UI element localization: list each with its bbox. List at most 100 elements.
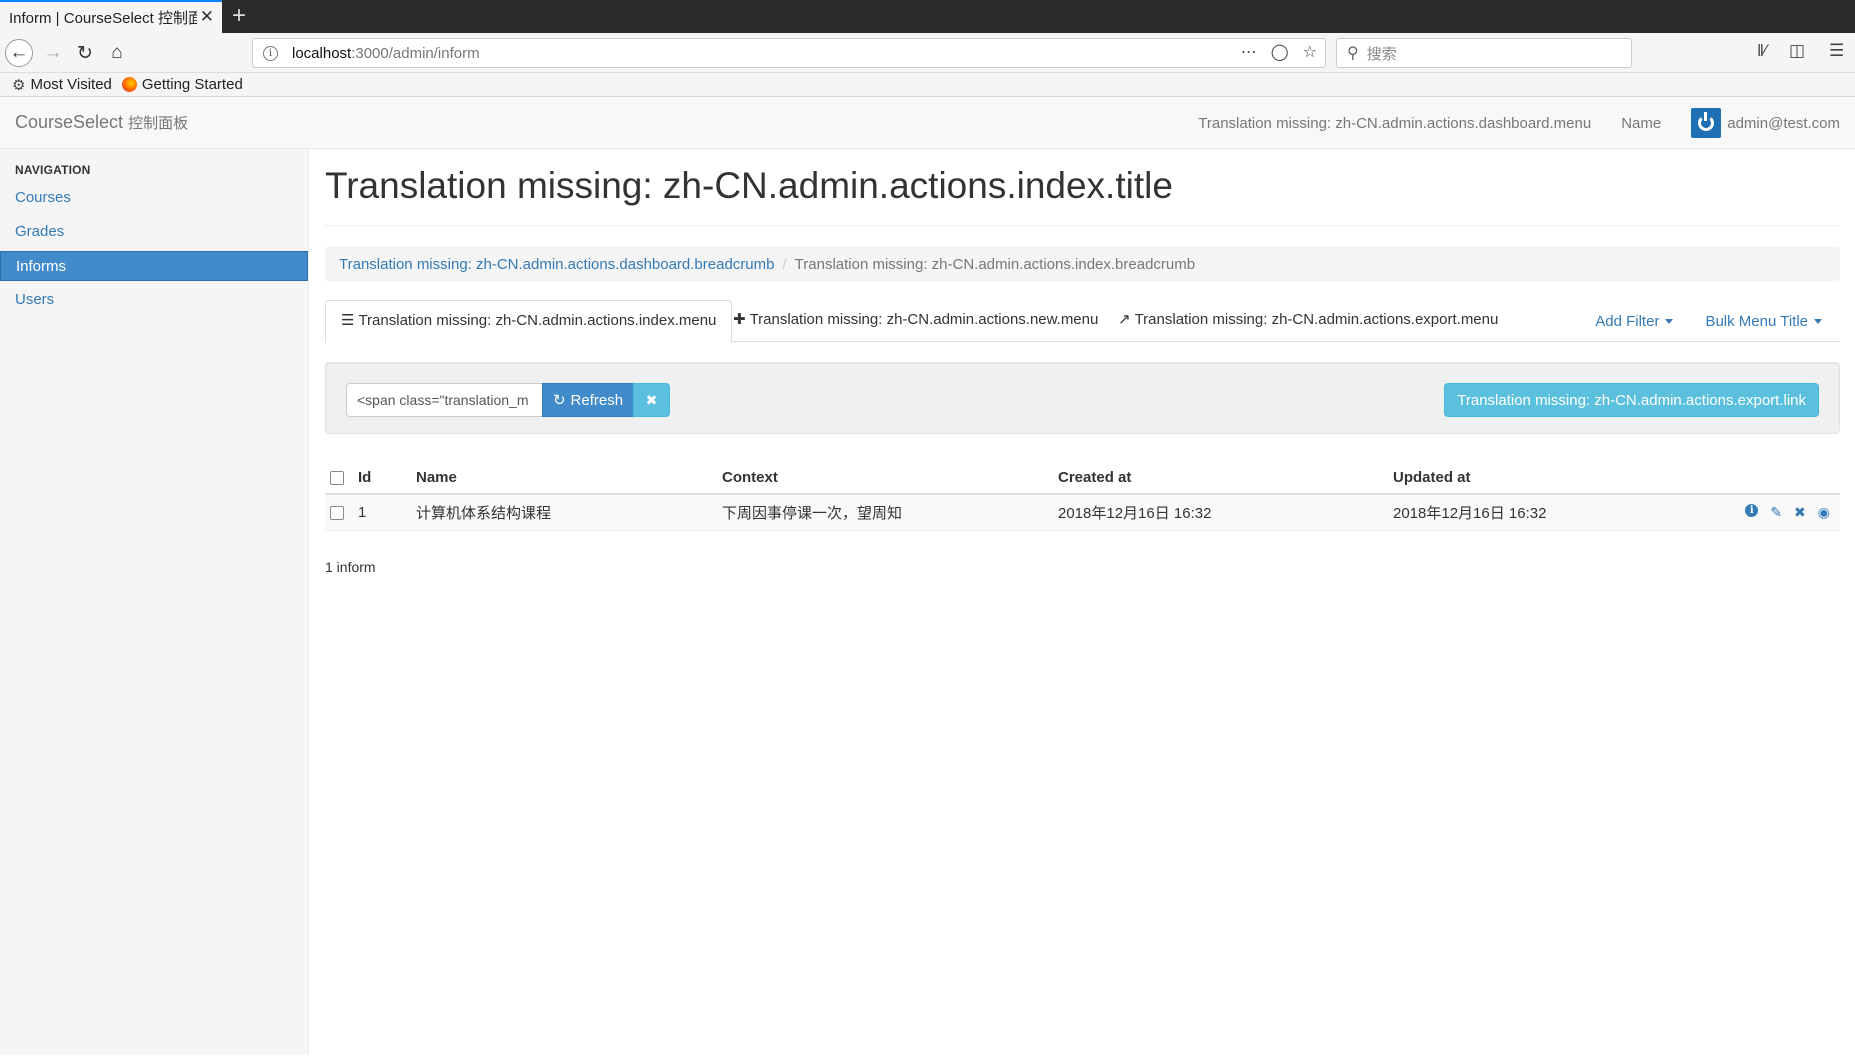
sidebar-header: NAVIGATION <box>15 163 91 177</box>
eye-icon[interactable]: ◉ <box>1818 504 1830 521</box>
back-arrow-icon[interactable]: ← <box>5 39 33 67</box>
refresh-button[interactable]: ↻ Refresh <box>542 383 634 417</box>
query-input[interactable]: <span class="translation_m <box>346 383 543 417</box>
close-icon: ✖ <box>645 391 658 408</box>
app-nav: Translation missing: zh-CN.admin.actions… <box>1168 97 1840 149</box>
breadcrumb: Translation missing: zh-CN.admin.actions… <box>325 246 1840 282</box>
brand-name: CourseSelect <box>15 112 124 132</box>
url-path: :3000/admin/inform <box>351 44 480 62</box>
row-checkbox[interactable] <box>330 505 344 520</box>
search-placeholder: 搜索 <box>1366 45 1397 63</box>
browser-toolbar: ← → ↻ ⌂ i localhost:3000/admin/inform ⋯ … <box>0 33 1855 73</box>
breadcrumb-dashboard-link[interactable]: Translation missing: zh-CN.admin.actions… <box>339 256 774 273</box>
tab-label: Translation missing: zh-CN.admin.actions… <box>1134 311 1499 328</box>
table-header-row: Id Name Context Created at Updated at <box>325 460 1840 495</box>
sidebar-toggle-icon[interactable]: ◫ <box>1789 41 1805 61</box>
sidebar-item-informs[interactable]: Informs <box>0 251 308 281</box>
tab-index[interactable]: ☰ Translation missing: zh-CN.admin.action… <box>325 300 733 343</box>
tab-new[interactable]: ✚ Translation missing: zh-CN.admin.action… <box>718 300 1113 342</box>
library-icon[interactable]: ‖∕ <box>1757 41 1767 61</box>
tab-label: Translation missing: zh-CN.admin.actions… <box>749 311 1099 328</box>
bookmark-label: Most Visited <box>30 76 112 93</box>
page-actions-icon[interactable]: ⋯ <box>1241 42 1257 62</box>
breadcrumb-separator: / <box>782 255 787 273</box>
search-well: <span class="translation_m ↻ Refresh ✖ T… <box>325 362 1840 434</box>
cell-actions: i ✎ ✖ ◉ <box>1693 494 1840 531</box>
bookmark-star-icon[interactable]: ☆ <box>1303 42 1317 62</box>
clear-filter-button[interactable]: ✖ <box>633 383 670 417</box>
home-icon[interactable]: ⌂ <box>103 39 131 67</box>
add-filter-dropdown[interactable]: Add Filter <box>1595 312 1674 330</box>
url-bar[interactable]: i localhost:3000/admin/inform ⋯ ◯ ☆ <box>252 38 1326 68</box>
delete-icon[interactable]: ✖ <box>1794 504 1806 521</box>
column-header-actions <box>1693 460 1840 495</box>
url-host: localhost <box>292 44 352 62</box>
bookmarks-bar: ⚙ Most Visited Getting Started <box>0 73 1855 97</box>
user-menu[interactable]: admin@test.com <box>1691 108 1840 138</box>
power-icon <box>1691 108 1722 138</box>
refresh-icon: ↻ <box>552 392 566 409</box>
close-icon[interactable]: ✕ <box>200 7 214 27</box>
cell-name: 计算机体系结构课程 <box>416 494 722 531</box>
bookmark-label: Getting Started <box>141 76 243 93</box>
bookmark-most-visited[interactable]: ⚙ Most Visited <box>12 76 112 94</box>
cell-context: 下周因事停课一次，望周知 <box>722 494 1058 531</box>
url-text[interactable]: localhost:3000/admin/inform <box>292 45 480 62</box>
add-filter-label: Add Filter <box>1595 312 1660 330</box>
gear-icon: ⚙ <box>12 76 26 94</box>
list-icon: ☰ <box>341 312 355 329</box>
page-title: Translation missing: zh-CN.admin.actions… <box>325 165 1840 226</box>
site-info-icon[interactable]: i <box>263 45 278 61</box>
edit-pencil-icon[interactable]: ✎ <box>1770 504 1782 521</box>
browser-tab-title: Inform | CourseSelect 控制面板 <box>9 10 197 27</box>
page-layout: NAVIGATION Courses Grades Informs Users … <box>0 149 1855 1055</box>
column-header-created-at[interactable]: Created at <box>1058 460 1393 495</box>
bulk-menu-dropdown[interactable]: Bulk Menu Title <box>1705 313 1822 330</box>
new-tab-button[interactable]: + <box>232 2 246 30</box>
cell-updated-at: 2018年12月16日 16:32 <box>1393 494 1693 531</box>
menu-icon[interactable]: ☰ <box>1829 41 1844 61</box>
tab-dropdowns: Add Filter Bulk Menu Title <box>1595 300 1822 342</box>
browser-tabstrip: Inform | CourseSelect 控制面板 ✕ + <box>0 0 1855 33</box>
brand[interactable]: CourseSelect 控制面板 <box>15 112 188 133</box>
sidebar-item-grades[interactable]: Grades <box>0 217 308 247</box>
cell-id: 1 <box>358 494 416 531</box>
tab-label: Translation missing: zh-CN.admin.actions… <box>358 312 717 329</box>
action-tabs: ☰ Translation missing: zh-CN.admin.action… <box>325 300 1840 343</box>
tab-export[interactable]: ↗ Translation missing: zh-CN.admin.action… <box>1103 300 1513 342</box>
pocket-icon[interactable]: ◯ <box>1271 42 1289 62</box>
search-icon: ⚲ <box>1347 45 1359 62</box>
share-icon: ↗ <box>1118 311 1131 328</box>
column-header-context[interactable]: Context <box>722 460 1058 495</box>
info-icon[interactable]: i <box>1745 503 1759 517</box>
table-row: 1 计算机体系结构课程 下周因事停课一次，望周知 2018年12月16日 16:… <box>325 494 1840 531</box>
bookmark-getting-started[interactable]: Getting Started <box>121 76 243 93</box>
refresh-label: Refresh <box>570 391 624 409</box>
bulk-menu-label: Bulk Menu Title <box>1705 312 1808 330</box>
row-actions: i ✎ ✖ ◉ <box>1693 503 1840 521</box>
brand-sub: 控制面板 <box>128 115 189 132</box>
url-actions: ⋯ ◯ ☆ <box>1241 42 1317 62</box>
sidebar: NAVIGATION Courses Grades Informs Users <box>0 149 309 1055</box>
dashboard-link[interactable]: Translation missing: zh-CN.admin.actions… <box>1198 115 1591 132</box>
record-count: 1 inform <box>325 558 376 575</box>
firefox-icon <box>121 77 137 92</box>
column-header-id[interactable]: Id <box>358 460 416 495</box>
cell-created-at: 2018年12月16日 16:32 <box>1058 494 1393 531</box>
name-link[interactable]: Name <box>1621 115 1661 132</box>
column-header-updated-at[interactable]: Updated at <box>1393 460 1693 495</box>
sidebar-item-users[interactable]: Users <box>0 285 308 315</box>
app-navbar: CourseSelect 控制面板 Translation missing: z… <box>0 97 1855 149</box>
export-button[interactable]: Translation missing: zh-CN.admin.actions… <box>1444 383 1819 417</box>
sidebar-item-courses[interactable]: Courses <box>0 183 308 213</box>
plus-icon: ✚ <box>733 311 746 328</box>
forward-arrow-icon[interactable]: → <box>39 39 67 67</box>
reload-icon[interactable]: ↻ <box>71 39 99 67</box>
caret-down-icon <box>1665 319 1674 325</box>
select-all-checkbox[interactable] <box>330 471 344 486</box>
breadcrumb-current: Translation missing: zh-CN.admin.actions… <box>794 255 1196 273</box>
search-input[interactable]: ⚲ 搜索 <box>1336 38 1632 68</box>
caret-down-icon <box>1814 319 1822 325</box>
column-header-name[interactable]: Name <box>416 460 722 495</box>
browser-tab[interactable]: Inform | CourseSelect 控制面板 ✕ <box>0 0 222 33</box>
